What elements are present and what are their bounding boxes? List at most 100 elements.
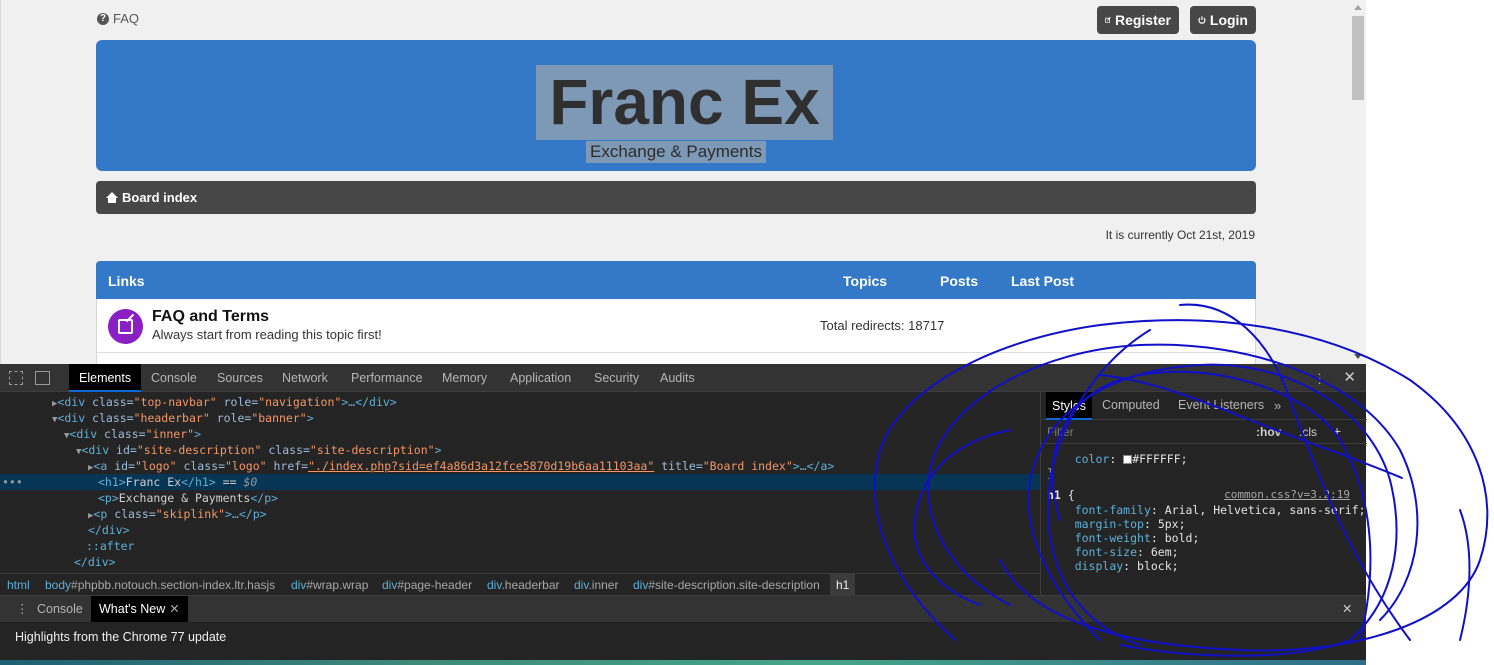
whats-new-label: What's New <box>99 602 166 616</box>
forum-title[interactable]: FAQ and Terms <box>152 308 269 326</box>
forum-header: Links Topics Posts Last Post <box>96 261 1256 299</box>
breadcrumb-item[interactable]: div#wrap.wrap <box>291 578 368 592</box>
class-toggle[interactable]: .cls <box>1299 425 1317 439</box>
last-post-header: Last Post <box>1011 273 1075 289</box>
navbar: Board index <box>96 181 1256 214</box>
dom-node[interactable]: </div> <box>0 522 1040 538</box>
styles-filter-input[interactable]: Filter <box>1047 425 1243 439</box>
site-description: Exchange & Payments <box>586 141 766 163</box>
question-icon: ? <box>97 12 109 25</box>
board-index-label: Board index <box>122 190 198 205</box>
whats-new-headline: Highlights from the Chrome 77 update <box>15 630 227 644</box>
scroll-down-arrow[interactable] <box>1354 354 1362 359</box>
stylesheet-source-link[interactable]: common.css?v=3.2:19 <box>1224 488 1350 501</box>
tab-computed[interactable]: Computed <box>1102 398 1160 412</box>
register-button[interactable]: Register <box>1097 6 1179 34</box>
external-link-icon <box>108 309 143 344</box>
breadcrumb-item[interactable]: body#phpbb.notouch.section-index.ltr.has… <box>45 578 275 592</box>
scroll-up-arrow[interactable] <box>1354 5 1362 10</box>
inspect-element-icon[interactable] <box>9 371 23 385</box>
css-property[interactable]: display: block; <box>1047 559 1179 573</box>
scrollbar-thumb[interactable] <box>1352 16 1364 100</box>
posts-header: Posts <box>940 273 979 289</box>
login-label: Login <box>1209 12 1248 28</box>
edit-icon <box>1105 16 1111 23</box>
tab-console[interactable]: Console <box>141 364 207 392</box>
home-icon <box>106 192 118 203</box>
devtools-panel: Elements Console Sources Network Perform… <box>0 364 1367 665</box>
rule-close-brace: } <box>1047 466 1054 480</box>
breadcrumb-item-current[interactable]: h1 <box>830 574 856 596</box>
board-index-link[interactable]: Board index <box>106 190 197 205</box>
drawer-tab-whats-new[interactable]: What's New ✕ <box>91 596 188 623</box>
drawer-tab-console[interactable]: Console <box>29 596 91 623</box>
topics-header: Topics <box>843 273 888 289</box>
h1-rule-selector[interactable]: h1 { <box>1047 488 1075 502</box>
breadcrumb-item[interactable]: div#site-description.site-description <box>633 578 820 592</box>
hover-state-toggle[interactable]: :hov <box>1256 425 1281 439</box>
tab-elements[interactable]: Elements <box>69 364 142 392</box>
more-horiz-icon[interactable]: ••• <box>2 474 23 490</box>
dom-breadcrumb: html body#phpbb.notouch.section-index.lt… <box>0 573 1040 596</box>
forum-description: Always start from reading this topic fir… <box>152 327 382 342</box>
dom-node-selected[interactable]: ••• <h1>Franc Ex</h1> == $0 <box>0 474 1040 490</box>
css-property[interactable]: font-size: 6em; <box>1047 545 1179 559</box>
color-rule[interactable]: color: #FFFFFF; <box>1047 452 1188 466</box>
tab-memory[interactable]: Memory <box>432 364 497 392</box>
power-icon <box>1198 16 1206 24</box>
color-swatch[interactable] <box>1123 455 1133 464</box>
links-header: Links <box>108 273 145 289</box>
dom-node[interactable]: ▼<div id="site-description" class="site-… <box>0 442 1040 458</box>
drawer-content: Highlights from the Chrome 77 update <box>0 622 1366 665</box>
dom-node[interactable]: ▶<div class="top-navbar" role="navigatio… <box>0 394 1040 410</box>
more-vert-icon[interactable]: ⋮ <box>1313 371 1326 387</box>
css-property[interactable]: margin-top: 5px; <box>1047 517 1186 531</box>
dom-node[interactable]: ::after <box>0 538 1040 554</box>
tab-security[interactable]: Security <box>584 364 649 392</box>
close-drawer-icon[interactable]: ✕ <box>1334 596 1360 623</box>
tab-application[interactable]: Application <box>500 364 581 392</box>
tab-audits[interactable]: Audits <box>650 364 705 392</box>
close-tab-icon[interactable]: ✕ <box>169 602 179 616</box>
drawer-tabbar: ⋮ Console What's New ✕ ✕ <box>0 595 1366 623</box>
forum-redirects: Total redirects: 18717 <box>820 318 945 333</box>
dom-node[interactable]: </div> <box>0 554 1040 570</box>
devtools-tabbar: Elements Console Sources Network Perform… <box>0 364 1366 392</box>
page-viewport: ? FAQ Register Login Franc Ex Exchange &… <box>0 0 1350 364</box>
taskbar-strip <box>0 660 1366 665</box>
close-icon[interactable]: ✕ <box>1343 368 1356 386</box>
css-property[interactable]: font-family: Arial, Helvetica, sans-seri… <box>1047 503 1366 517</box>
headerbar: Franc Ex Exchange & Payments <box>96 40 1256 171</box>
dom-node[interactable]: ▶<p class="skiplink">…</p> <box>0 506 1040 522</box>
dom-node[interactable]: ▼<div class="inner"> <box>0 426 1040 442</box>
login-button[interactable]: Login <box>1190 6 1256 34</box>
breadcrumb-item[interactable]: html <box>7 578 30 592</box>
styles-tabbar: Styles Computed Event Listeners » <box>1041 392 1367 420</box>
tab-styles[interactable]: Styles <box>1046 392 1093 420</box>
faq-link[interactable]: ? FAQ <box>97 11 139 26</box>
chevron-double-right-icon[interactable]: » <box>1274 398 1281 413</box>
forum-row <box>96 353 1256 364</box>
breadcrumb-item[interactable]: div.headerbar <box>487 578 560 592</box>
add-rule-icon[interactable]: + <box>1333 423 1341 439</box>
css-property[interactable]: font-weight: bold; <box>1047 531 1200 545</box>
device-toolbar-icon[interactable] <box>35 371 50 385</box>
faq-label: FAQ <box>113 11 140 26</box>
breadcrumb-item[interactable]: div.inner <box>574 578 618 592</box>
dom-node[interactable]: ▼<div class="headerbar" role="banner"> <box>0 410 1040 426</box>
tab-sources[interactable]: Sources <box>207 364 273 392</box>
forum-row[interactable]: FAQ and Terms Always start from reading … <box>96 299 1256 353</box>
tab-network[interactable]: Network <box>272 364 338 392</box>
top-navbar: ? FAQ Register Login <box>97 6 1257 34</box>
tab-event-listeners[interactable]: Event Listeners <box>1178 398 1264 412</box>
site-title: Franc Ex <box>549 66 820 138</box>
dom-node[interactable]: <p>Exchange & Payments</p> <box>0 490 1040 506</box>
breadcrumb-item[interactable]: div#page-header <box>382 578 472 592</box>
current-time: It is currently Oct 21st, 2019 <box>1105 228 1255 242</box>
elements-tree: ▶<div class="top-navbar" role="navigatio… <box>0 392 1040 572</box>
page-scrollbar[interactable] <box>1350 0 1366 364</box>
dom-node[interactable]: ▶<a id="logo" class="logo" href="./index… <box>0 458 1040 474</box>
register-label: Register <box>1114 12 1171 28</box>
styles-filter-bar: Filter :hov .cls + <box>1041 420 1367 444</box>
tab-performance[interactable]: Performance <box>341 364 433 392</box>
